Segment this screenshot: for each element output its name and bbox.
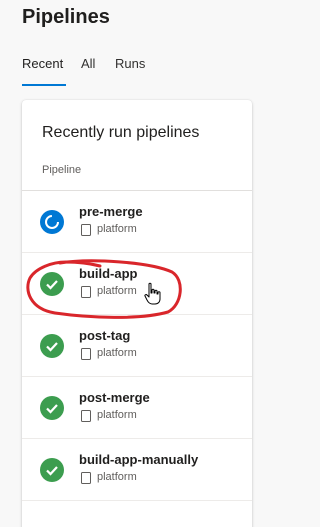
repository-icon	[81, 224, 91, 236]
success-status-icon	[40, 458, 64, 482]
pipeline-name: pre-merge	[79, 204, 143, 219]
pipeline-row-build-app-manually[interactable]: build-app-manually platform	[22, 439, 252, 501]
pipeline-name: post-tag	[79, 328, 131, 343]
pipeline-repo: platform	[97, 285, 137, 297]
hand-cursor-icon	[144, 282, 161, 305]
running-status-icon	[40, 210, 64, 234]
pipeline-repo: platform	[97, 347, 137, 359]
card-title: Recently run pipelines	[42, 124, 200, 141]
repository-icon	[81, 286, 91, 298]
pipeline-repo: platform	[97, 409, 137, 421]
success-status-icon	[40, 334, 64, 358]
tab-runs[interactable]: Runs	[115, 56, 145, 71]
pipeline-row-build-app[interactable]: build-app platform	[22, 253, 252, 315]
pipeline-name: build-app	[79, 266, 138, 281]
column-header-pipeline: Pipeline	[42, 164, 82, 176]
pipeline-repo: platform	[97, 223, 137, 235]
active-tab-indicator	[22, 84, 66, 86]
repository-icon	[81, 348, 91, 360]
tab-all[interactable]: All	[81, 56, 95, 71]
pipeline-name: post-merge	[79, 390, 150, 405]
recent-pipelines-card: Recently run pipelines Pipeline pre-merg…	[22, 100, 252, 527]
pipeline-row-pre-merge[interactable]: pre-merge platform	[22, 191, 252, 253]
success-status-icon	[40, 272, 64, 296]
repository-icon	[81, 410, 91, 422]
pipeline-row-post-tag[interactable]: post-tag platform	[22, 315, 252, 377]
page-title: Pipelines	[22, 6, 110, 28]
tab-recent[interactable]: Recent	[22, 56, 63, 71]
pipeline-repo: platform	[97, 471, 137, 483]
repository-icon	[81, 472, 91, 484]
success-status-icon	[40, 396, 64, 420]
pipeline-name: build-app-manually	[79, 452, 199, 467]
pipeline-row-post-merge[interactable]: post-merge platform	[22, 377, 252, 439]
